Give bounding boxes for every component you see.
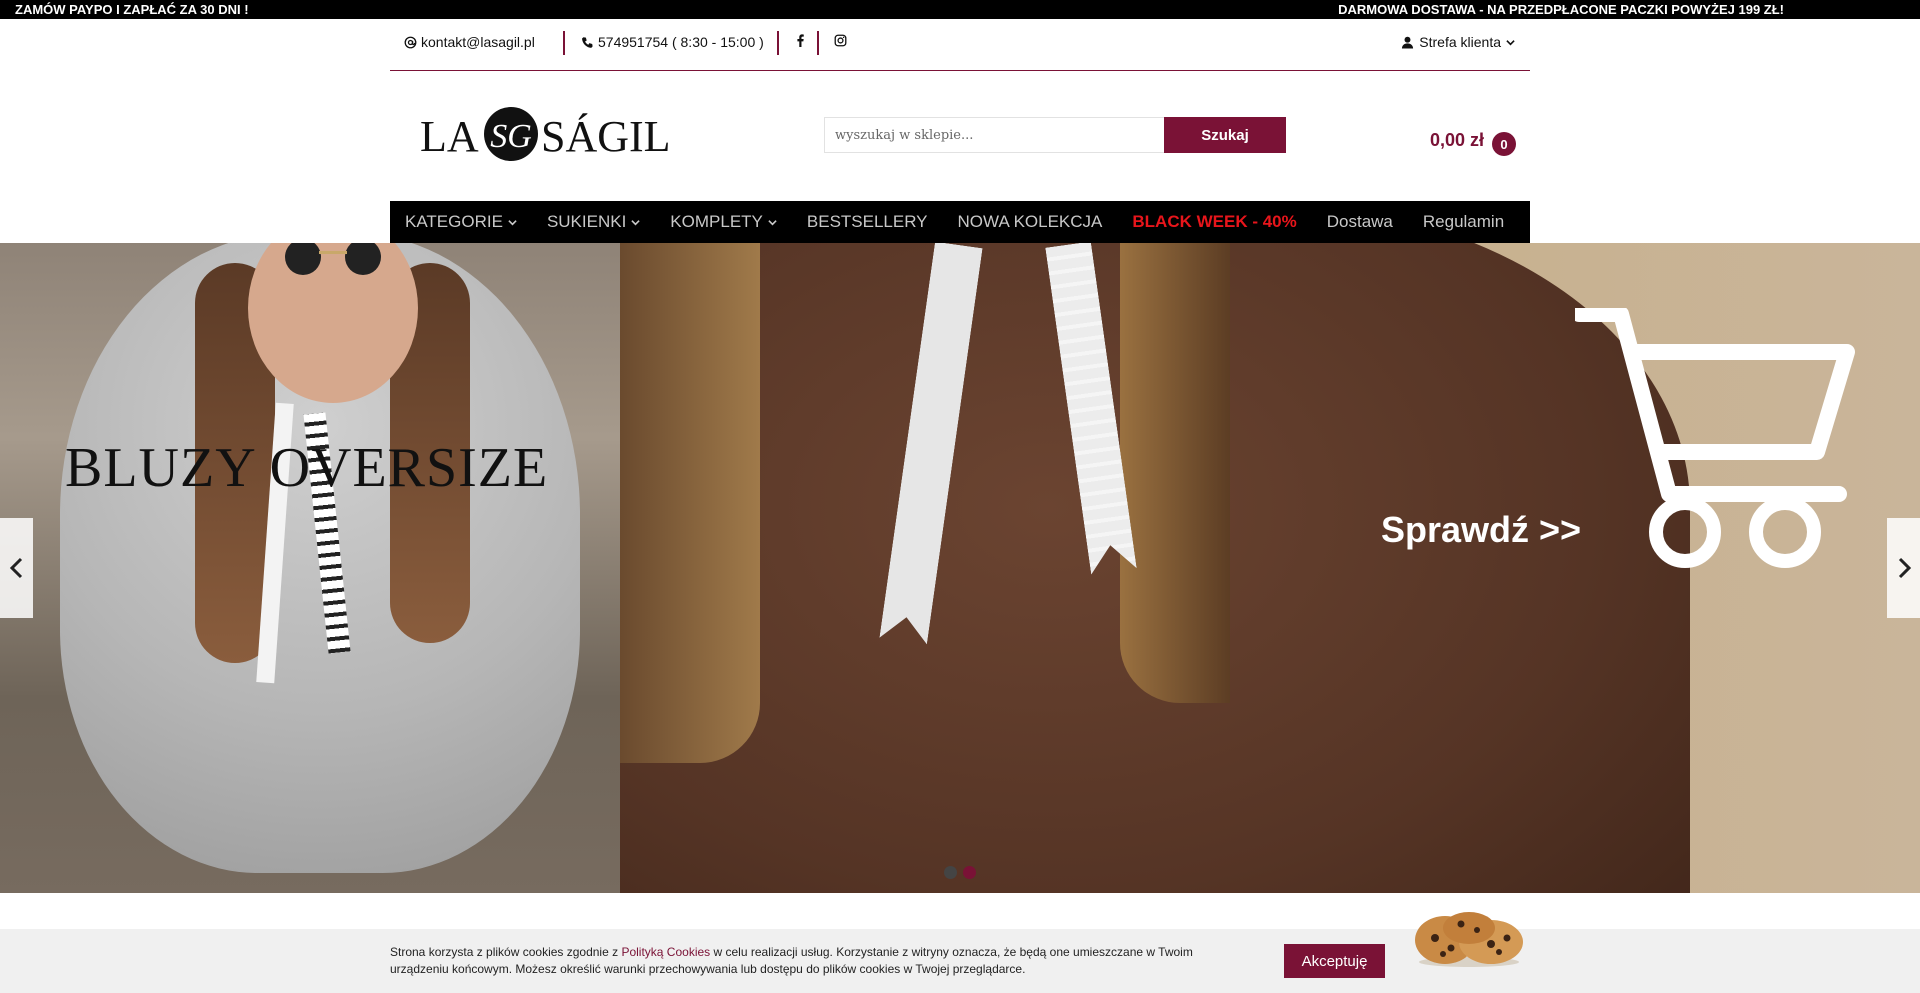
facebook-icon xyxy=(797,34,804,47)
nav-item-bestsellery[interactable]: BESTSELLERY xyxy=(807,212,928,232)
promo-right-text: DARMOWA DOSTAWA - NA PRZEDPŁACONE PACZKI… xyxy=(1338,2,1784,17)
site-logo[interactable]: LA SG SÁGIL xyxy=(418,103,671,165)
nav-item-black-week[interactable]: BLACK WEEK - 40% xyxy=(1132,212,1296,232)
instagram-link[interactable] xyxy=(834,34,847,47)
cookie-text-before: Strona korzysta z plików cookies zgodnie… xyxy=(390,945,622,959)
promo-bar: ZAMÓW PAYPO I ZAPŁAĆ ZA 30 DNI ! DARMOWA… xyxy=(0,0,1920,19)
nav-item-nowa-kolekcja[interactable]: NOWA KOLEKCJA xyxy=(958,212,1103,232)
logo-text-right: SÁGIL xyxy=(541,112,668,161)
hero-photo-grey-hoodie xyxy=(0,243,620,893)
hero-title: BLUZY OVERSIZE xyxy=(65,437,549,499)
nav-item-dostawa[interactable]: Dostawa xyxy=(1327,212,1393,232)
nav-item-kategorie[interactable]: KATEGORIE xyxy=(405,212,517,232)
chevron-down-icon xyxy=(768,219,777,225)
instagram-icon xyxy=(834,34,847,47)
nav-label: SUKIENKI xyxy=(546,212,627,231)
logo-monogram: SG xyxy=(490,118,532,155)
at-icon xyxy=(404,36,417,48)
main-nav: KATEGORIE SUKIENKI KOMPLETY BESTSELLERY … xyxy=(390,201,1530,243)
phone-text: 574951754 ( 8:30 - 15:00 ) xyxy=(598,34,764,50)
email-text: kontakt@lasagil.pl xyxy=(421,34,535,50)
slider-dot-1[interactable] xyxy=(944,866,957,879)
nav-item-komplety[interactable]: KOMPLETY xyxy=(670,212,777,232)
client-zone-label: Strefa klienta xyxy=(1419,34,1501,50)
facebook-link[interactable] xyxy=(794,34,807,47)
divider xyxy=(563,31,565,55)
nav-item-sukienki[interactable]: SUKIENKI xyxy=(547,212,640,232)
slider-prev-button[interactable] xyxy=(0,518,33,618)
phone-link[interactable]: 574951754 ( 8:30 - 15:00 ) xyxy=(581,34,764,50)
cart-icon xyxy=(1575,308,1855,568)
divider xyxy=(817,31,819,55)
hero-cta-link[interactable]: Sprawdź >> xyxy=(1381,509,1581,551)
user-icon xyxy=(1402,36,1414,49)
chevron-down-icon xyxy=(1506,39,1515,45)
cookie-policy-link[interactable]: Polityką Cookies xyxy=(621,945,710,959)
slider-next-button[interactable] xyxy=(1887,518,1920,618)
email-link[interactable]: kontakt@lasagil.pl xyxy=(404,34,535,50)
divider xyxy=(777,31,779,55)
promo-left-text: ZAMÓW PAYPO I ZAPŁAĆ ZA 30 DNI ! xyxy=(15,2,249,17)
nav-label: KATEGORIE xyxy=(405,212,503,231)
chevron-down-icon xyxy=(508,219,517,225)
arrow-right-icon xyxy=(1898,557,1911,579)
nav-item-regulamin[interactable]: Regulamin xyxy=(1423,212,1504,232)
slider-dot-2[interactable] xyxy=(963,866,976,879)
chevron-down-icon xyxy=(631,219,640,225)
search-button[interactable]: Szukaj xyxy=(1164,117,1286,153)
logo-text-left: LA xyxy=(420,112,479,161)
slider-dots xyxy=(944,866,976,879)
arrow-left-icon xyxy=(9,557,22,579)
cart-price: 0,00 zł xyxy=(1430,129,1485,150)
nav-label: KOMPLETY xyxy=(670,212,763,231)
search-input[interactable] xyxy=(824,117,1165,153)
phone-icon xyxy=(582,36,593,48)
cookies-image xyxy=(1415,912,1523,967)
contact-bar: kontakt@lasagil.pl 574951754 ( 8:30 - 15… xyxy=(390,19,1530,71)
cart-summary[interactable]: 0,00 zł 0 xyxy=(1430,124,1517,156)
cart-count-badge: 0 xyxy=(1492,132,1517,156)
client-zone-dropdown[interactable]: Strefa klienta xyxy=(1401,34,1515,50)
cookie-bar: Strona korzysta z plików cookies zgodnie… xyxy=(0,929,1920,993)
cookie-message: Strona korzysta z plików cookies zgodnie… xyxy=(390,944,1250,978)
cookie-accept-button[interactable]: Akceptuję xyxy=(1284,944,1385,978)
